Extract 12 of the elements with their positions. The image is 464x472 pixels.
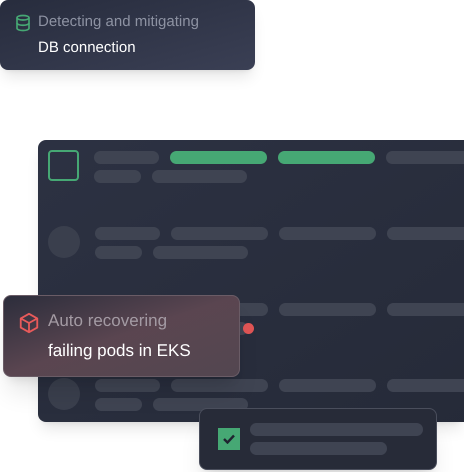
placeholder-bar xyxy=(95,398,142,411)
alert-caption: Auto recovering xyxy=(48,310,168,332)
cube-icon xyxy=(18,312,40,334)
database-icon xyxy=(14,14,32,32)
checkbox[interactable] xyxy=(218,428,240,450)
alert-caption: Detecting and mitigating xyxy=(38,12,199,32)
alert-subject: failing pods in EKS xyxy=(48,340,191,362)
placeholder-bar xyxy=(95,379,160,392)
checkbox[interactable] xyxy=(48,150,79,181)
check-icon xyxy=(223,434,235,444)
alert-subject: DB connection xyxy=(38,38,137,58)
avatar xyxy=(48,378,80,410)
